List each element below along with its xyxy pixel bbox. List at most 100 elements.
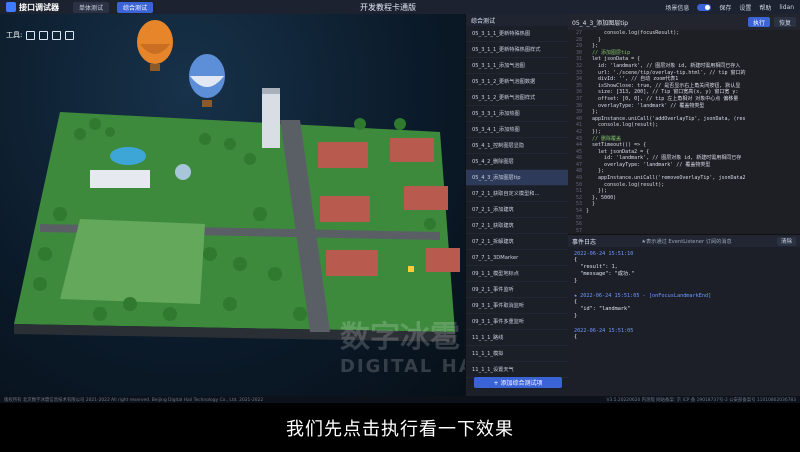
tab-integration-test[interactable]: 综合测试 xyxy=(117,1,154,13)
code-line[interactable]: size: [313, 200], // Tip 窗口宽高(x, y) 窗口宽 … xyxy=(586,89,800,96)
code-line[interactable]: appInstance.uniCall('addOverlayTip', jso… xyxy=(586,116,800,123)
code-editor[interactable]: 05_4_3_添加图层tip 执行 恢复 27 28 29 30 31 32 33 34 35 3… xyxy=(568,14,800,234)
test-list-item[interactable]: 05_3_3_1_添加热图 xyxy=(466,106,568,122)
code-line[interactable]: }, 5000) xyxy=(586,195,800,202)
line-number: 39 xyxy=(575,109,582,116)
clear-log-button[interactable]: 清除 xyxy=(776,236,796,246)
code-line[interactable]: } xyxy=(586,201,800,208)
test-list-item[interactable]: 05_3_4_1_添加热图 xyxy=(466,122,568,138)
test-list-item[interactable]: 07_2_1_获取建筑 xyxy=(466,218,568,234)
test-list-item[interactable]: 05_4_3_添加图层tip xyxy=(466,170,568,186)
code-line[interactable]: overlayType: 'landmark' // 覆盖物类型 xyxy=(586,162,800,169)
code-line[interactable]: }); xyxy=(586,129,800,136)
test-list: 05_3_1_1_更新特殊热图 05_3_1_1_更新特殊热图样式 05_3_1_1… xyxy=(466,26,568,378)
code-line[interactable]: console.log(result); xyxy=(586,182,800,189)
code-line[interactable]: }); xyxy=(586,188,800,195)
run-button[interactable]: 执行 xyxy=(747,17,770,27)
code-lines[interactable]: console.log(focusResult); } }; // 添加图层ti… xyxy=(586,30,800,215)
test-list-item[interactable]: 09_1_1_模型地标点 xyxy=(466,266,568,282)
line-number: 49 xyxy=(575,175,582,182)
line-number: 51 xyxy=(575,188,582,195)
code-line[interactable]: overlayType: 'landmark' // 覆盖物类型 xyxy=(586,103,800,110)
line-number: 53 xyxy=(575,201,582,208)
test-list-item[interactable]: 07_2_1_添加建筑 xyxy=(466,202,568,218)
code-line[interactable]: } xyxy=(586,208,800,215)
line-number: 32 xyxy=(575,62,582,69)
line-number: 31 xyxy=(575,56,582,63)
save-button[interactable]: 保存 xyxy=(719,3,731,12)
test-list-item[interactable]: 05_4_2_删除图层 xyxy=(466,154,568,170)
add-test-button[interactable]: + 添加综合测试项 xyxy=(474,377,562,388)
test-list-item[interactable]: 07_2_1_拆解建筑 xyxy=(466,234,568,250)
scene-info-toggle[interactable] xyxy=(697,3,712,11)
test-list-item[interactable]: 09_2_1_事件监听 xyxy=(466,282,568,298)
test-list-item[interactable]: 11_1_1_模拟 xyxy=(466,346,568,362)
event-log: 2022-06-24 15:51:10{ "result": 1, "messa… xyxy=(568,247,800,353)
code-line[interactable]: divId: '', // 自动 zoom代表1 xyxy=(586,76,800,83)
line-number: 42 xyxy=(575,128,582,135)
video-subtitle: 我们先点击执行看一下效果 xyxy=(0,403,800,452)
test-list-item[interactable]: 09_3_1_事件取消监听 xyxy=(466,298,568,314)
code-line[interactable]: // 删除覆盖 xyxy=(586,136,800,143)
line-number: 35 xyxy=(575,82,582,89)
line-number: 40 xyxy=(575,115,582,122)
version-text: V3.5.20220620 内测版 网站备案: 京 ICP 备 19018737… xyxy=(606,397,796,403)
landmark-marker[interactable] xyxy=(408,266,414,272)
event-log-title: 事件日志 xyxy=(572,238,597,246)
line-number: 46 xyxy=(575,155,582,162)
code-line[interactable]: console.log(focusResult); xyxy=(586,30,800,37)
user-menu[interactable]: lidan xyxy=(779,4,794,11)
code-line[interactable]: let jsonData = { xyxy=(586,56,800,63)
code-line[interactable]: // 添加图层tip xyxy=(586,50,800,57)
line-number: 30 xyxy=(575,49,582,56)
test-list-item[interactable]: 05_3_1_2_更新气泡图数据 xyxy=(466,74,568,90)
code-line[interactable]: }; xyxy=(586,168,800,175)
settings-button[interactable]: 设置 xyxy=(739,3,751,12)
test-list-item[interactable]: 11_1_1_路线 xyxy=(466,330,568,346)
code-line[interactable]: }; xyxy=(586,43,800,50)
balloon-icon xyxy=(137,20,173,71)
test-list-item[interactable]: 05_3_1_1_添加气泡图 xyxy=(466,58,568,74)
log-json: { xyxy=(574,334,578,340)
top-bar: 接口调试器 单体测试 综合测试 开发教程卡通版 场景信息 保存 设置 帮助 li… xyxy=(0,0,800,14)
test-list-item[interactable]: 05_4_1_控制图层显隐 xyxy=(466,138,568,154)
code-line[interactable]: setTimeout(() => { xyxy=(586,142,800,149)
line-number: 38 xyxy=(575,102,582,109)
tab-unit-test[interactable]: 单体测试 xyxy=(73,1,110,13)
line-number: 45 xyxy=(575,148,582,155)
code-area[interactable]: 27 28 29 30 31 32 33 34 35 36 37 38 39 40 41 42 43 44 45 46… xyxy=(568,30,800,234)
help-button[interactable]: 帮助 xyxy=(759,3,771,12)
line-number: 50 xyxy=(575,181,582,188)
event-log-header: 事件日志 ★表示通过 EventListener 订阅的消息 清除 xyxy=(568,235,800,247)
logo-icon xyxy=(6,2,16,12)
line-number: 37 xyxy=(575,95,582,102)
code-line[interactable]: id: 'landmark', // 图层对象 id, 新建时需用相同已存入 xyxy=(586,63,800,70)
line-number: 29 xyxy=(575,43,582,50)
line-number: 52 xyxy=(575,194,582,201)
test-list-item[interactable]: 11_1_1_设置天气 xyxy=(466,362,568,378)
editor-header: 05_4_3_添加图层tip 执行 恢复 xyxy=(568,14,800,30)
log-entry: ★ 2022-06-24 15:51:05 - [onFocusLandmarkE… xyxy=(574,293,794,320)
code-line[interactable]: }; xyxy=(586,109,800,116)
code-line[interactable]: appInstance.uniCall('removeOverlayTip', … xyxy=(586,175,800,182)
app-logo: 接口调试器 xyxy=(0,0,65,14)
code-line[interactable]: id: 'landmark', // 图层对象 id, 新建时需用相同已存 xyxy=(586,155,800,162)
test-list-item[interactable]: 05_3_1_1_更新特殊热图样式 xyxy=(466,42,568,58)
test-list-item[interactable]: 09_3_1_事件多重监听 xyxy=(466,314,568,330)
test-list-item[interactable]: 07_2_1_获取自定义模型和... xyxy=(466,186,568,202)
test-list-item[interactable]: 05_3_1_2_更新气泡图样式 xyxy=(466,90,568,106)
line-number: 36 xyxy=(575,89,582,96)
app-title: 接口调试器 xyxy=(19,2,59,12)
reset-button[interactable]: 恢复 xyxy=(773,17,796,27)
editor-file-name: 05_4_3_添加图层tip xyxy=(572,19,629,27)
log-entry: 2022-06-24 15:51:10{ "result": 1, "messa… xyxy=(574,251,794,285)
code-line[interactable]: offset: [0, 0], // tip 左上角相对 对象中心点 偏移量 xyxy=(586,96,800,103)
line-number: 27 xyxy=(575,30,582,36)
test-list-title: 综合测试 xyxy=(466,14,568,26)
test-list-item[interactable]: 05_3_1_1_更新特殊热图 xyxy=(466,26,568,42)
scene-viewport[interactable]: 工具: DIGITAL H xyxy=(0,14,465,396)
code-line[interactable]: } xyxy=(586,37,800,44)
test-list-item[interactable]: 07_7_1_3DMarker xyxy=(466,250,568,266)
event-log-hint: ★表示通过 EventListener 订阅的消息 xyxy=(641,238,732,245)
code-line[interactable]: console.log(result); xyxy=(586,122,800,129)
